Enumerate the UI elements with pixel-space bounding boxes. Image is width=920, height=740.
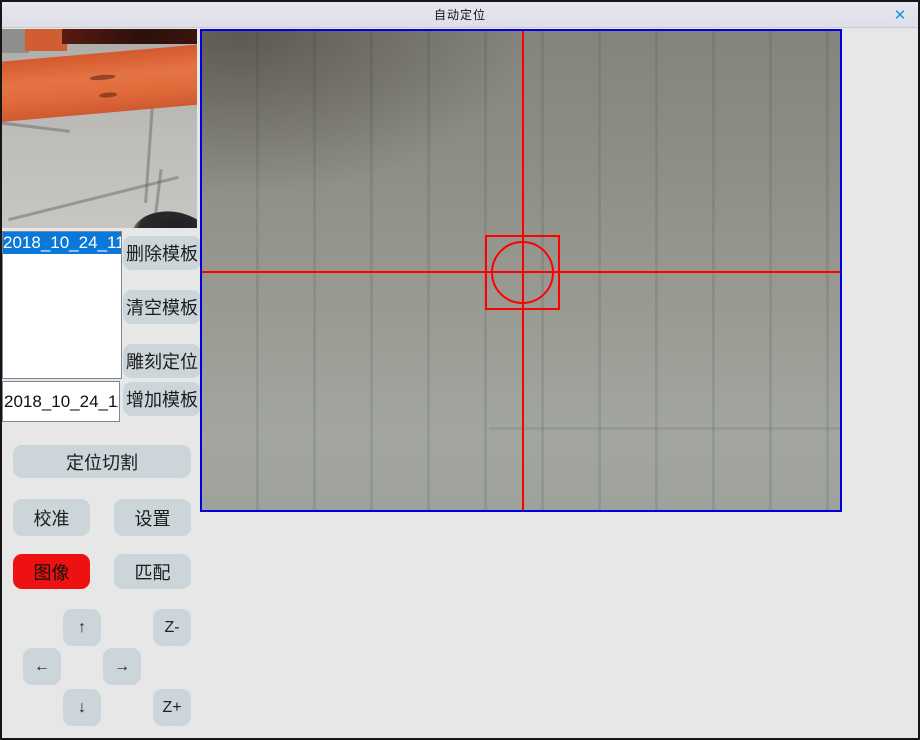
- dialog-title: 自动定位: [434, 6, 486, 23]
- clear-templates-button[interactable]: 清空模板: [123, 290, 201, 324]
- template-name-input[interactable]: [2, 381, 120, 422]
- arrow-right-icon: →: [114, 658, 130, 676]
- preview-dark-strip: [62, 29, 197, 44]
- jog-left-button[interactable]: ←: [23, 648, 61, 685]
- add-template-button[interactable]: 增加模板: [123, 382, 201, 416]
- template-preview-image: [2, 29, 197, 228]
- calibrate-button[interactable]: 校准: [13, 499, 90, 536]
- jog-down-button[interactable]: ↓: [63, 689, 101, 726]
- delete-template-button[interactable]: 删除模板: [123, 236, 201, 270]
- auto-position-dialog: 自动定位 ✕ 2018_10_24_11 删除模板 清空模板 雕刻定位 增加模板…: [0, 0, 920, 740]
- template-list[interactable]: 2018_10_24_11: [2, 231, 122, 379]
- arrow-up-icon: ↑: [78, 619, 86, 637]
- engrave-position-button[interactable]: 雕刻定位: [123, 344, 201, 378]
- arrow-left-icon: ←: [34, 658, 50, 676]
- camera-view[interactable]: [200, 29, 842, 512]
- match-button[interactable]: 匹配: [114, 554, 191, 589]
- template-list-item-selected[interactable]: 2018_10_24_11: [3, 232, 121, 254]
- close-button[interactable]: ✕: [888, 4, 912, 26]
- jog-right-button[interactable]: →: [103, 648, 141, 685]
- arrow-down-icon: ↓: [78, 699, 86, 717]
- jog-z-plus-button[interactable]: Z+: [153, 689, 191, 726]
- title-bar: 自动定位 ✕: [2, 2, 918, 28]
- plank-knot: [89, 74, 115, 81]
- image-button[interactable]: 图像: [13, 554, 90, 589]
- jog-z-minus-button[interactable]: Z-: [153, 609, 191, 646]
- target-circle-overlay: [491, 241, 554, 304]
- plank-knot: [99, 92, 117, 99]
- camera-feed-tile-line: [489, 427, 840, 430]
- preview-orange-patch: [25, 29, 67, 51]
- settings-button[interactable]: 设置: [114, 499, 191, 536]
- close-icon: ✕: [894, 6, 907, 24]
- position-cut-button[interactable]: 定位切割: [13, 445, 191, 478]
- jog-up-button[interactable]: ↑: [63, 609, 101, 646]
